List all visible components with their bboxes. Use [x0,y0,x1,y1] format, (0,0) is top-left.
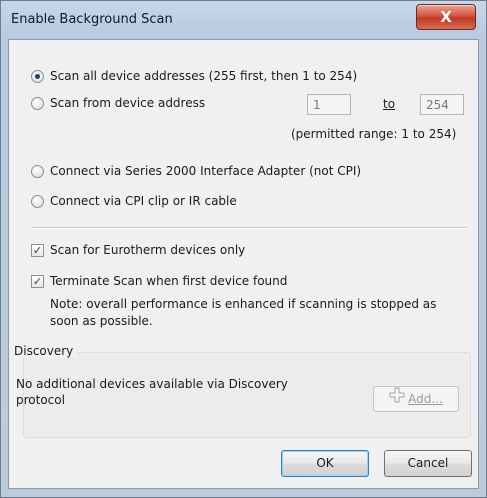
add-button[interactable]: Add... [373,386,459,412]
radio-scan-all-label: Scan all device addresses (255 first, th… [50,69,358,83]
separator [31,227,467,229]
radio-scan-from-label: Scan from device address [50,96,206,110]
discovery-message-line2: protocol [16,393,65,407]
checkbox-eurotherm-only[interactable]: ✓ Scan for Eurotherm devices only [31,243,245,257]
radio-button-checked[interactable] [31,69,44,83]
checkbox-terminate-label: Terminate Scan when first device found [50,274,288,288]
close-button[interactable]: X [416,4,476,30]
dialog-body: Scan all device addresses (255 first, th… [8,39,479,489]
from-address-input[interactable]: 1 [307,94,351,115]
radio-series2000[interactable]: Connect via Series 2000 Interface Adapte… [31,164,361,178]
discovery-title: Discovery [14,344,78,358]
checkbox-checked-icon[interactable]: ✓ [31,243,44,257]
note-text-line1: Note: overall performance is enhanced if… [50,297,437,311]
checkbox-terminate[interactable]: ✓ Terminate Scan when first device found [31,274,287,288]
note-text-line2: soon as possible. [50,314,153,328]
dialog-title: Enable Background Scan [11,12,173,27]
range-note: (permitted range: 1 to 254) [291,127,457,141]
add-button-label: Add... [408,392,443,406]
dialog-window: Enable Background Scan X Scan all device… [0,0,487,498]
checkbox-eurotherm-only-label: Scan for Eurotherm devices only [50,243,246,257]
close-icon: X [440,8,452,26]
radio-cpi-label: Connect via CPI clip or IR cable [50,194,237,208]
to-label: to [383,97,396,111]
to-address-input[interactable]: 254 [420,94,464,115]
discovery-message-line1: No additional devices available via Disc… [16,377,288,391]
checkbox-checked-icon[interactable]: ✓ [31,274,44,288]
radio-button[interactable] [31,194,44,208]
radio-button[interactable] [31,96,44,110]
cancel-button[interactable]: Cancel [384,450,472,477]
radio-cpi[interactable]: Connect via CPI clip or IR cable [31,194,237,208]
plus-icon [389,387,405,412]
radio-series2000-label: Connect via Series 2000 Interface Adapte… [50,164,362,178]
radio-button[interactable] [31,164,44,178]
ok-button[interactable]: OK [281,450,369,477]
radio-scan-from[interactable]: Scan from device address [31,96,205,110]
radio-scan-all[interactable]: Scan all device addresses (255 first, th… [31,69,357,83]
title-bar[interactable]: Enable Background Scan X [1,1,486,39]
